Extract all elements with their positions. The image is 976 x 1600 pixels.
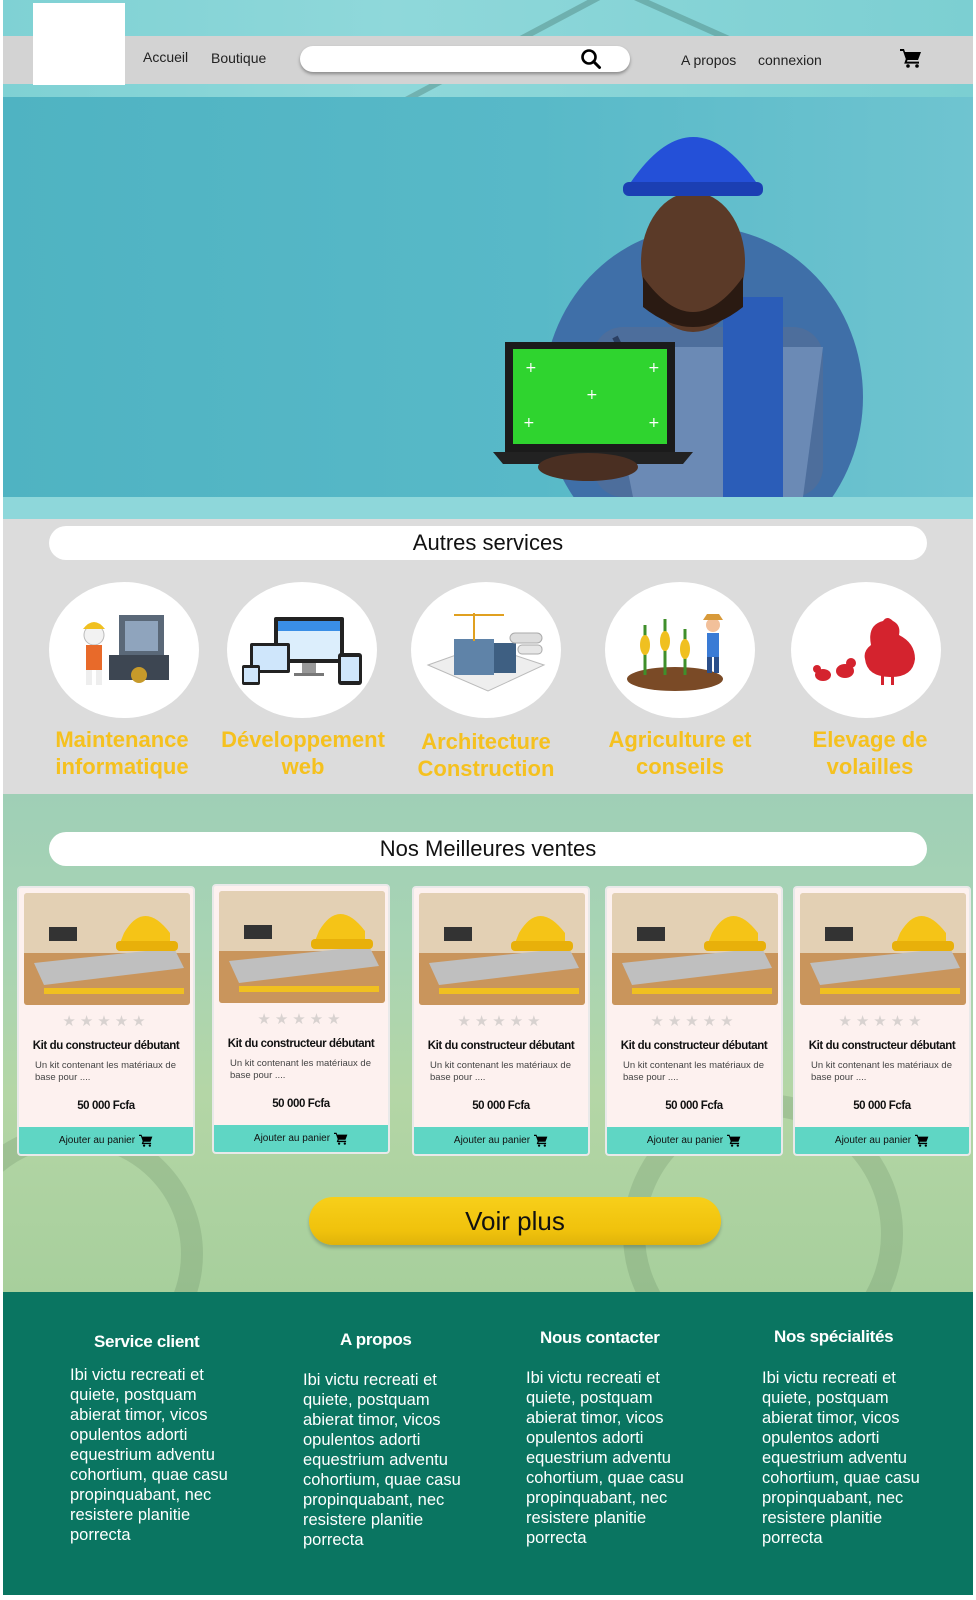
service-maintenance-circle[interactable] bbox=[49, 582, 199, 718]
footer-heading: Nous contacter bbox=[540, 1328, 660, 1347]
product-title: Kit du constructeur débutant bbox=[620, 1040, 768, 1052]
product-card[interactable]: ★★★★★ Kit du constructeur débutant Un ki… bbox=[605, 886, 783, 1156]
add-to-cart-button[interactable]: Ajouter au panier bbox=[19, 1127, 193, 1154]
footer-heading: Nos spécialités bbox=[774, 1327, 894, 1346]
nav-link-a-propos[interactable]: A propos bbox=[681, 52, 736, 68]
product-price: 50 000 Fcfa bbox=[77, 1100, 135, 1112]
product-card[interactable]: ★★★★★ Kit du constructeur débutant Un ki… bbox=[793, 886, 971, 1156]
hen-chicks-icon bbox=[813, 618, 915, 685]
service-agriculture-circle[interactable] bbox=[605, 582, 755, 718]
service-web-label[interactable]: Développement web bbox=[213, 726, 393, 780]
footer-column-a-propos: A propos bbox=[340, 1330, 412, 1350]
footer-text: Ibi victu recreati et quiete, postquam a… bbox=[70, 1366, 228, 1544]
footer-text: Ibi victu recreati et quiete, postquam a… bbox=[762, 1369, 920, 1547]
product-image bbox=[219, 891, 385, 1003]
service-architecture-circle[interactable] bbox=[411, 582, 561, 718]
product-image bbox=[419, 893, 585, 1005]
rating-stars: ★★★★★ bbox=[457, 1013, 545, 1030]
services-title: Autres services bbox=[49, 526, 927, 560]
hero-bottom-strip bbox=[3, 497, 973, 519]
product-price: 50 000 Fcfa bbox=[665, 1100, 723, 1112]
nav-link-boutique[interactable]: Boutique bbox=[211, 50, 266, 66]
cart-icon bbox=[915, 1134, 929, 1147]
cart-icon[interactable] bbox=[900, 48, 922, 73]
cart-icon bbox=[334, 1132, 348, 1145]
footer-column-nous-contacter: Nous contacter bbox=[540, 1328, 660, 1348]
footer-text: Ibi victu recreati et quiete, postquam a… bbox=[526, 1369, 684, 1547]
product-title: Kit du constructeur débutant bbox=[427, 1040, 575, 1052]
service-poultry-label[interactable]: Elevage de volailles bbox=[780, 726, 960, 780]
svg-text:+: + bbox=[648, 360, 660, 376]
nav-link-accueil[interactable]: Accueil bbox=[143, 49, 188, 65]
nav-link-connexion[interactable]: connexion bbox=[758, 52, 822, 68]
product-description: Un kit contenant les matériaux de base p… bbox=[623, 1060, 764, 1083]
logo[interactable] bbox=[33, 3, 125, 85]
search-bar bbox=[300, 46, 630, 72]
add-to-cart-label: Ajouter au panier bbox=[253, 1133, 331, 1144]
building-plans-icon bbox=[426, 613, 546, 692]
best-sales-title: Nos Meilleures ventes bbox=[49, 832, 927, 866]
product-price: 50 000 Fcfa bbox=[472, 1100, 530, 1112]
rating-stars: ★★★★★ bbox=[257, 1011, 345, 1028]
product-image bbox=[800, 893, 966, 1005]
product-description: Un kit contenant les matériaux de base p… bbox=[35, 1060, 176, 1083]
rating-stars: ★★★★★ bbox=[62, 1013, 150, 1030]
rating-stars: ★★★★★ bbox=[838, 1013, 926, 1030]
footer-text: Ibi victu recreati et quiete, postquam a… bbox=[303, 1371, 461, 1549]
responsive-devices-icon bbox=[242, 617, 362, 685]
service-agriculture-label[interactable]: Agriculture et conseils bbox=[590, 726, 770, 780]
add-to-cart-button[interactable]: Ajouter au panier bbox=[214, 1125, 388, 1152]
product-card[interactable]: ★★★★★ Kit du constructeur débutant Un ki… bbox=[212, 884, 390, 1154]
product-card[interactable]: ★★★★★ Kit du constructeur débutant Un ki… bbox=[17, 886, 195, 1156]
rating-stars: ★★★★★ bbox=[650, 1013, 738, 1030]
svg-text:+: + bbox=[648, 415, 660, 431]
add-to-cart-label: Ajouter au panier bbox=[58, 1135, 136, 1146]
service-web-circle[interactable] bbox=[227, 582, 377, 718]
cart-icon bbox=[727, 1134, 741, 1147]
service-poultry-circle[interactable] bbox=[791, 582, 941, 718]
product-description: Un kit contenant les matériaux de base p… bbox=[430, 1060, 571, 1083]
add-to-cart-label: Ajouter au panier bbox=[646, 1135, 724, 1146]
product-title: Kit du constructeur débutant bbox=[808, 1040, 956, 1052]
search-icon[interactable] bbox=[580, 48, 602, 75]
product-price: 50 000 Fcfa bbox=[272, 1098, 330, 1110]
add-to-cart-button[interactable]: Ajouter au panier bbox=[607, 1127, 781, 1154]
search-input[interactable] bbox=[300, 46, 560, 72]
svg-text:+: + bbox=[525, 360, 537, 376]
hero-banner: + + + + + bbox=[3, 97, 973, 497]
cart-icon bbox=[534, 1134, 548, 1147]
footer-heading: Service client bbox=[94, 1332, 200, 1351]
svg-text:+: + bbox=[523, 415, 535, 431]
computer-repair-icon bbox=[83, 615, 169, 685]
add-to-cart-button[interactable]: Ajouter au panier bbox=[414, 1127, 588, 1154]
hero-image: + + + + + bbox=[493, 137, 863, 497]
product-description: Un kit contenant les matériaux de base p… bbox=[811, 1060, 952, 1083]
service-architecture-label[interactable]: Architecture Construction bbox=[396, 728, 576, 782]
see-more-button[interactable]: Voir plus bbox=[309, 1197, 721, 1245]
product-price: 50 000 Fcfa bbox=[853, 1100, 911, 1112]
service-maintenance-label[interactable]: Maintenance informatique bbox=[32, 726, 212, 780]
product-description: Un kit contenant les matériaux de base p… bbox=[230, 1058, 371, 1081]
svg-text:+: + bbox=[586, 387, 598, 403]
product-title: Kit du constructeur débutant bbox=[227, 1038, 375, 1050]
product-image bbox=[24, 893, 190, 1005]
add-to-cart-button[interactable]: Ajouter au panier bbox=[795, 1127, 969, 1154]
cart-icon bbox=[139, 1134, 153, 1147]
add-to-cart-label: Ajouter au panier bbox=[834, 1135, 912, 1146]
product-card[interactable]: ★★★★★ Kit du constructeur débutant Un ki… bbox=[412, 886, 590, 1156]
add-to-cart-label: Ajouter au panier bbox=[453, 1135, 531, 1146]
product-title: Kit du constructeur débutant bbox=[32, 1040, 180, 1052]
footer-heading: A propos bbox=[340, 1330, 412, 1349]
product-image bbox=[612, 893, 778, 1005]
footer-column-service-client: Service client bbox=[94, 1332, 200, 1352]
footer-column-specialites: Nos spécialités bbox=[774, 1327, 894, 1347]
farmer-corn-icon bbox=[627, 614, 723, 691]
